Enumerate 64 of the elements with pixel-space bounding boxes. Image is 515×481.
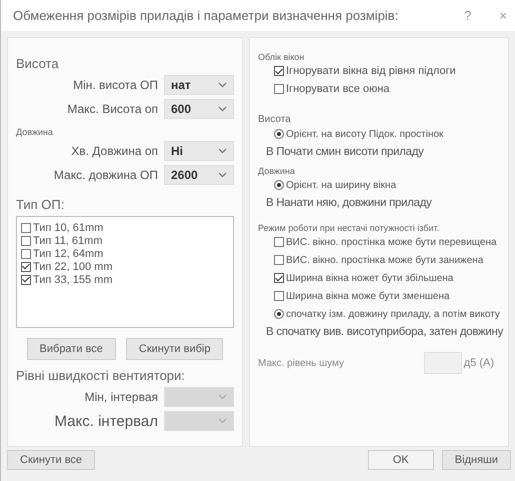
option-text: В спочатку вив. висотуприбора, затен довжину xyxy=(265,326,504,338)
list-item-label[interactable]: Тип 12, 64mm xyxy=(33,248,104,260)
chevron-down-icon xyxy=(218,82,227,88)
dropdown-field[interactable]: 2600 xyxy=(164,165,234,186)
radio-label[interactable]: Орієнт. на ширину вікна xyxy=(286,180,396,191)
radio-label[interactable]: Орієнт. на висоту Підок. простінок xyxy=(286,128,444,140)
checkbox-label[interactable]: ВИС. вікно. простінка може бути перевищена xyxy=(286,236,497,248)
section-title: Режим роботи при нестачі потужності ізбит. xyxy=(258,223,440,234)
section-title: Висота xyxy=(16,56,60,72)
dropdown-field[interactable]: 600 xyxy=(164,99,234,120)
ok-button[interactable]: OK xyxy=(368,450,434,470)
checkbox-label[interactable]: ВИС. вікно. простінка може бути занижена xyxy=(286,254,484,266)
field-label: Макс. Висота оп xyxy=(67,102,158,116)
section-title: Висота xyxy=(258,114,292,126)
checkbox-label[interactable]: Ширина вікна ножет бути збільшена xyxy=(286,272,454,284)
field-label: Мін. висота ОП xyxy=(73,78,158,92)
checkbox[interactable] xyxy=(21,236,31,246)
list-item-label[interactable]: Тип 11, 61mm xyxy=(33,234,102,247)
field-label: Мін, інтервая xyxy=(84,390,158,404)
chevron-down-icon xyxy=(218,172,227,178)
checkbox[interactable] xyxy=(21,274,31,285)
radio-button[interactable] xyxy=(274,309,284,320)
dropdown-field[interactable]: нат xyxy=(164,75,234,96)
checkbox[interactable] xyxy=(274,237,284,248)
chevron-down-icon xyxy=(218,106,227,112)
checkbox[interactable] xyxy=(274,291,284,302)
chevron-down-icon xyxy=(218,418,227,424)
list-action-button[interactable]: Скинути вибір xyxy=(126,338,224,360)
checkbox-label[interactable]: Ігнорувати вікна від рівня підлоги xyxy=(286,65,456,78)
unit-label: д5 (А) xyxy=(464,357,494,370)
list-item-label[interactable]: Тип 10, 61mm xyxy=(33,222,104,234)
reset-all-button[interactable]: Скинути все xyxy=(7,450,96,470)
chevron-down-icon xyxy=(218,394,227,400)
checkbox[interactable] xyxy=(21,222,31,233)
section-title: Довжина xyxy=(258,166,296,176)
cancel-button[interactable]: Відняши xyxy=(442,450,511,470)
noise-label: Макс. рівень шуму xyxy=(258,358,346,369)
field-label: Хв. Довжина оп xyxy=(71,144,158,158)
list-action-button[interactable]: Вибрати все xyxy=(26,338,116,360)
checkbox[interactable] xyxy=(21,248,31,259)
section-title: Рівні швидкості вентиятори: xyxy=(16,368,186,384)
checkbox-label[interactable]: Ігнорувати все оюна xyxy=(286,83,390,96)
checkbox[interactable] xyxy=(21,262,31,272)
window-title: Обмеження розмірів приладів і параметри визначення розмірів: xyxy=(13,8,400,24)
option-text: В Нанати няю, довжини приладу xyxy=(265,197,432,210)
noise-input-field[interactable] xyxy=(424,352,462,374)
dropdown-field[interactable]: Hi xyxy=(164,141,234,162)
checkbox[interactable] xyxy=(274,273,284,284)
field-label: Макс. довжина ОП xyxy=(54,168,158,182)
field-label: Макс. інтервал xyxy=(54,412,158,430)
checkbox[interactable] xyxy=(274,66,284,76)
list-item-label[interactable]: Тип 22, 100 mm xyxy=(33,260,112,273)
radio-button[interactable] xyxy=(274,180,284,190)
option-text: В Почати смин висоти приладу xyxy=(265,146,424,158)
section-title: Облік вікон xyxy=(258,52,306,62)
section-title: Довжина xyxy=(16,127,54,138)
checkbox[interactable] xyxy=(274,84,284,94)
checkbox-label[interactable]: Ширина вікна може бути зменшена xyxy=(286,290,450,302)
checkbox[interactable] xyxy=(274,255,284,266)
radio-button[interactable] xyxy=(274,129,284,140)
radio-label[interactable]: спочатку ізм. довжину приладу, а потім викоту xyxy=(286,308,500,320)
list-item-label[interactable]: Тип 33, 155 mm xyxy=(33,274,112,286)
chevron-down-icon xyxy=(218,148,227,154)
section-title: Тип ОП: xyxy=(16,197,66,212)
